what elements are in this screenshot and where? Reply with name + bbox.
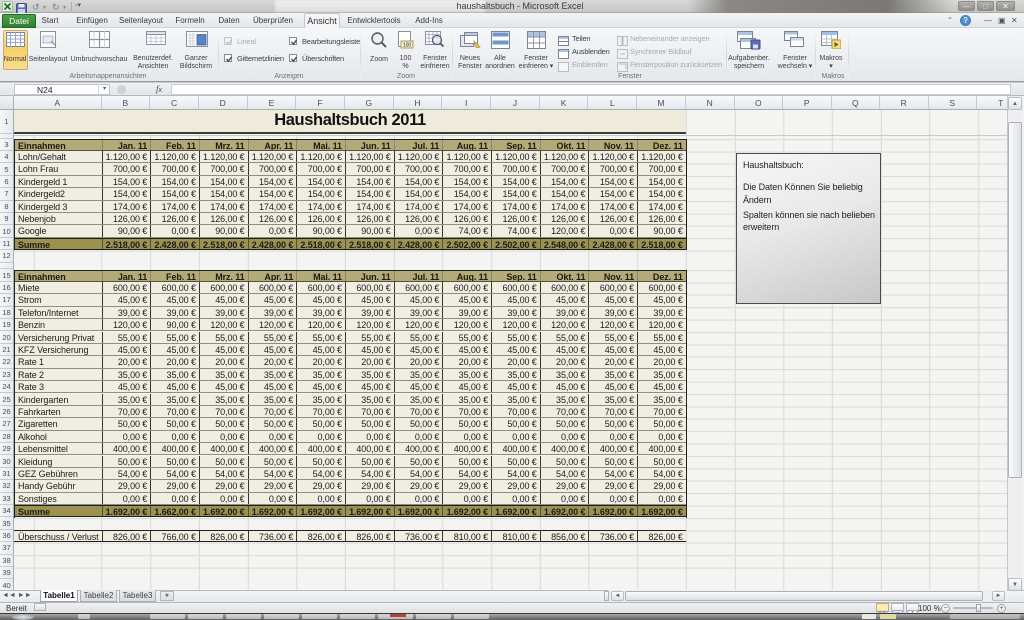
svg-text:100: 100 xyxy=(403,43,412,49)
